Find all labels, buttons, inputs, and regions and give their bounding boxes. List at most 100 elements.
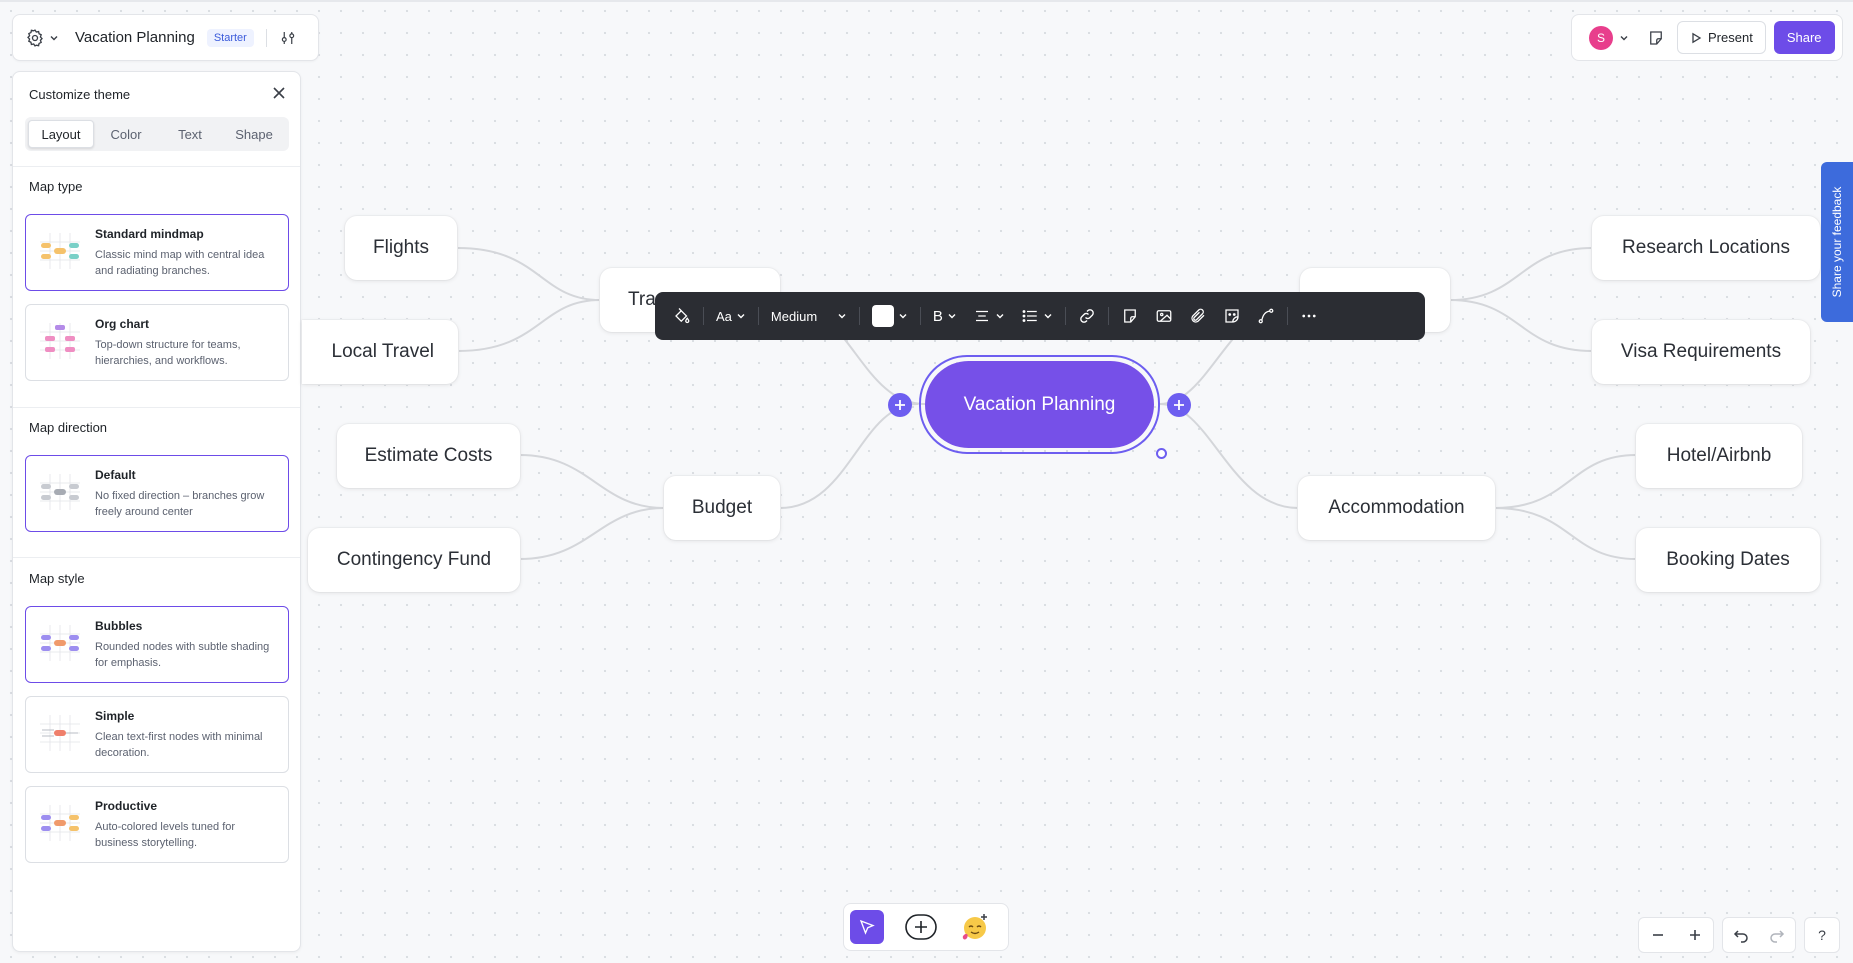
simple-thumbnail [40,715,80,751]
chevron-down-icon [948,314,956,319]
sticky-note-button[interactable] [1113,299,1147,333]
collaborators-menu[interactable]: S [1579,25,1629,50]
share-label: Share [1786,30,1822,45]
document-title[interactable]: Vacation Planning [75,29,195,46]
divider [13,166,300,167]
option-title: Bubbles [95,619,143,633]
reactions-button[interactable] [958,910,992,944]
image-button[interactable] [1147,299,1181,333]
share-button[interactable]: Share [1773,21,1835,54]
node-visa-requirements[interactable]: Visa Requirements [1592,320,1810,384]
help-button[interactable]: ? [1804,917,1840,953]
list-icon [1022,310,1037,322]
fill-style-button[interactable] [665,299,699,333]
chevron-down-icon [50,35,58,40]
divider [13,557,300,558]
separator [1064,307,1066,325]
option-productive[interactable]: Productive Auto-colored levels tuned for… [25,786,289,863]
top-left-bar: Vacation Planning Starter [12,14,319,61]
connector-accommodation-central [1159,403,1299,509]
zoom-out-button[interactable] [1639,918,1676,952]
link-button[interactable] [1070,299,1104,333]
feedback-tab[interactable]: Share your feedback [1821,162,1853,322]
sticker-icon [1225,309,1239,323]
sticky-note-icon [1124,309,1136,323]
option-description: Auto-colored levels tuned for business s… [95,821,236,849]
settings-menu-button[interactable] [25,28,59,48]
minus-icon [1652,934,1663,936]
option-title: Default [95,468,136,482]
option-description: Clean text-first nodes with minimal deco… [95,731,263,759]
tab-text[interactable]: Text [158,120,222,148]
node-budget[interactable]: Budget [664,476,780,540]
option-description: Rounded nodes with subtle shading for em… [95,641,270,669]
add-right-branch-button[interactable] [1167,393,1191,417]
add-left-branch-button[interactable] [888,393,912,417]
avatar[interactable]: S [1589,25,1613,50]
plus-icon [1174,400,1184,410]
option-org-chart[interactable]: Org chart Top-down structure for teams, … [25,304,289,381]
node-local-travel[interactable]: Local Travel [302,320,458,384]
node-estimate-costs[interactable]: Estimate Costs [337,424,520,488]
zoom-controls [1638,917,1714,953]
connector-visa [1449,299,1593,352]
add-element-button[interactable] [904,910,938,944]
undo-button[interactable] [1723,918,1759,952]
separator [858,307,860,325]
present-label: Present [1708,30,1753,45]
present-button[interactable]: Present [1677,21,1766,54]
option-bubbles[interactable]: Bubbles Rounded nodes with subtle shadin… [25,606,289,683]
section-title-map-type: Map type [29,179,83,194]
node-hotel-airbnb[interactable]: Hotel/Airbnb [1636,424,1802,488]
tab-shape[interactable]: Shape [222,120,286,148]
sticky-note-icon [1650,30,1662,45]
tab-color[interactable]: Color [94,120,158,148]
zoom-in-button[interactable] [1676,918,1713,952]
list-menu-button[interactable] [1013,299,1061,333]
cursor-icon [859,919,875,935]
option-title: Org chart [95,317,150,331]
sliders-icon [281,31,295,44]
node-flights[interactable]: Flights [345,216,457,280]
plan-badge[interactable]: Starter [206,28,254,47]
separator [1286,307,1288,325]
font-size-select[interactable]: Medium [763,299,855,333]
redo-button[interactable] [1759,918,1795,952]
option-default-direction[interactable]: Default No fixed direction – branches gr… [25,455,289,532]
align-menu-button[interactable] [965,299,1013,333]
more-options-button[interactable] [1292,299,1326,333]
chevron-down-icon [838,314,846,319]
theme-settings-button[interactable] [279,29,297,47]
emoji-icon [962,914,987,940]
tab-layout[interactable]: Layout [28,120,94,148]
connector-button[interactable] [1249,299,1283,333]
productive-thumbnail [40,805,80,841]
customize-theme-panel: Customize theme Layout Color Text Shape … [12,71,301,952]
chevron-down-icon [737,314,745,319]
node-research-locations[interactable]: Research Locations [1592,216,1820,280]
org-chart-thumbnail [40,323,80,359]
close-panel-button[interactable] [272,86,286,105]
option-simple[interactable]: Simple Clean text-first nodes with minim… [25,696,289,773]
chevron-down-icon [996,314,1004,319]
select-tool-button[interactable] [850,910,884,944]
node-accommodation[interactable]: Accommodation [1298,476,1495,540]
chevron-down-icon [899,314,907,319]
fill-color-picker[interactable] [864,299,916,333]
node-contingency-fund[interactable]: Contingency Fund [308,528,520,592]
option-standard-mindmap[interactable]: Standard mindmap Classic mind map with c… [25,214,289,291]
plus-circle-icon [905,914,937,940]
sticker-button[interactable] [1215,299,1249,333]
gear-icon [27,28,43,47]
bold-button[interactable]: B [925,299,965,333]
panel-title: Customize theme [29,87,131,102]
more-horizontal-icon [1302,314,1316,318]
play-icon [1692,32,1702,43]
paperclip-icon [1191,308,1205,323]
font-menu-button[interactable]: Aa [708,299,754,333]
resize-handle[interactable] [1156,448,1167,459]
node-central[interactable]: Vacation Planning [925,361,1154,448]
node-booking-dates[interactable]: Booking Dates [1636,528,1820,592]
attachment-button[interactable] [1181,299,1215,333]
sticky-note-button[interactable] [1647,29,1665,47]
